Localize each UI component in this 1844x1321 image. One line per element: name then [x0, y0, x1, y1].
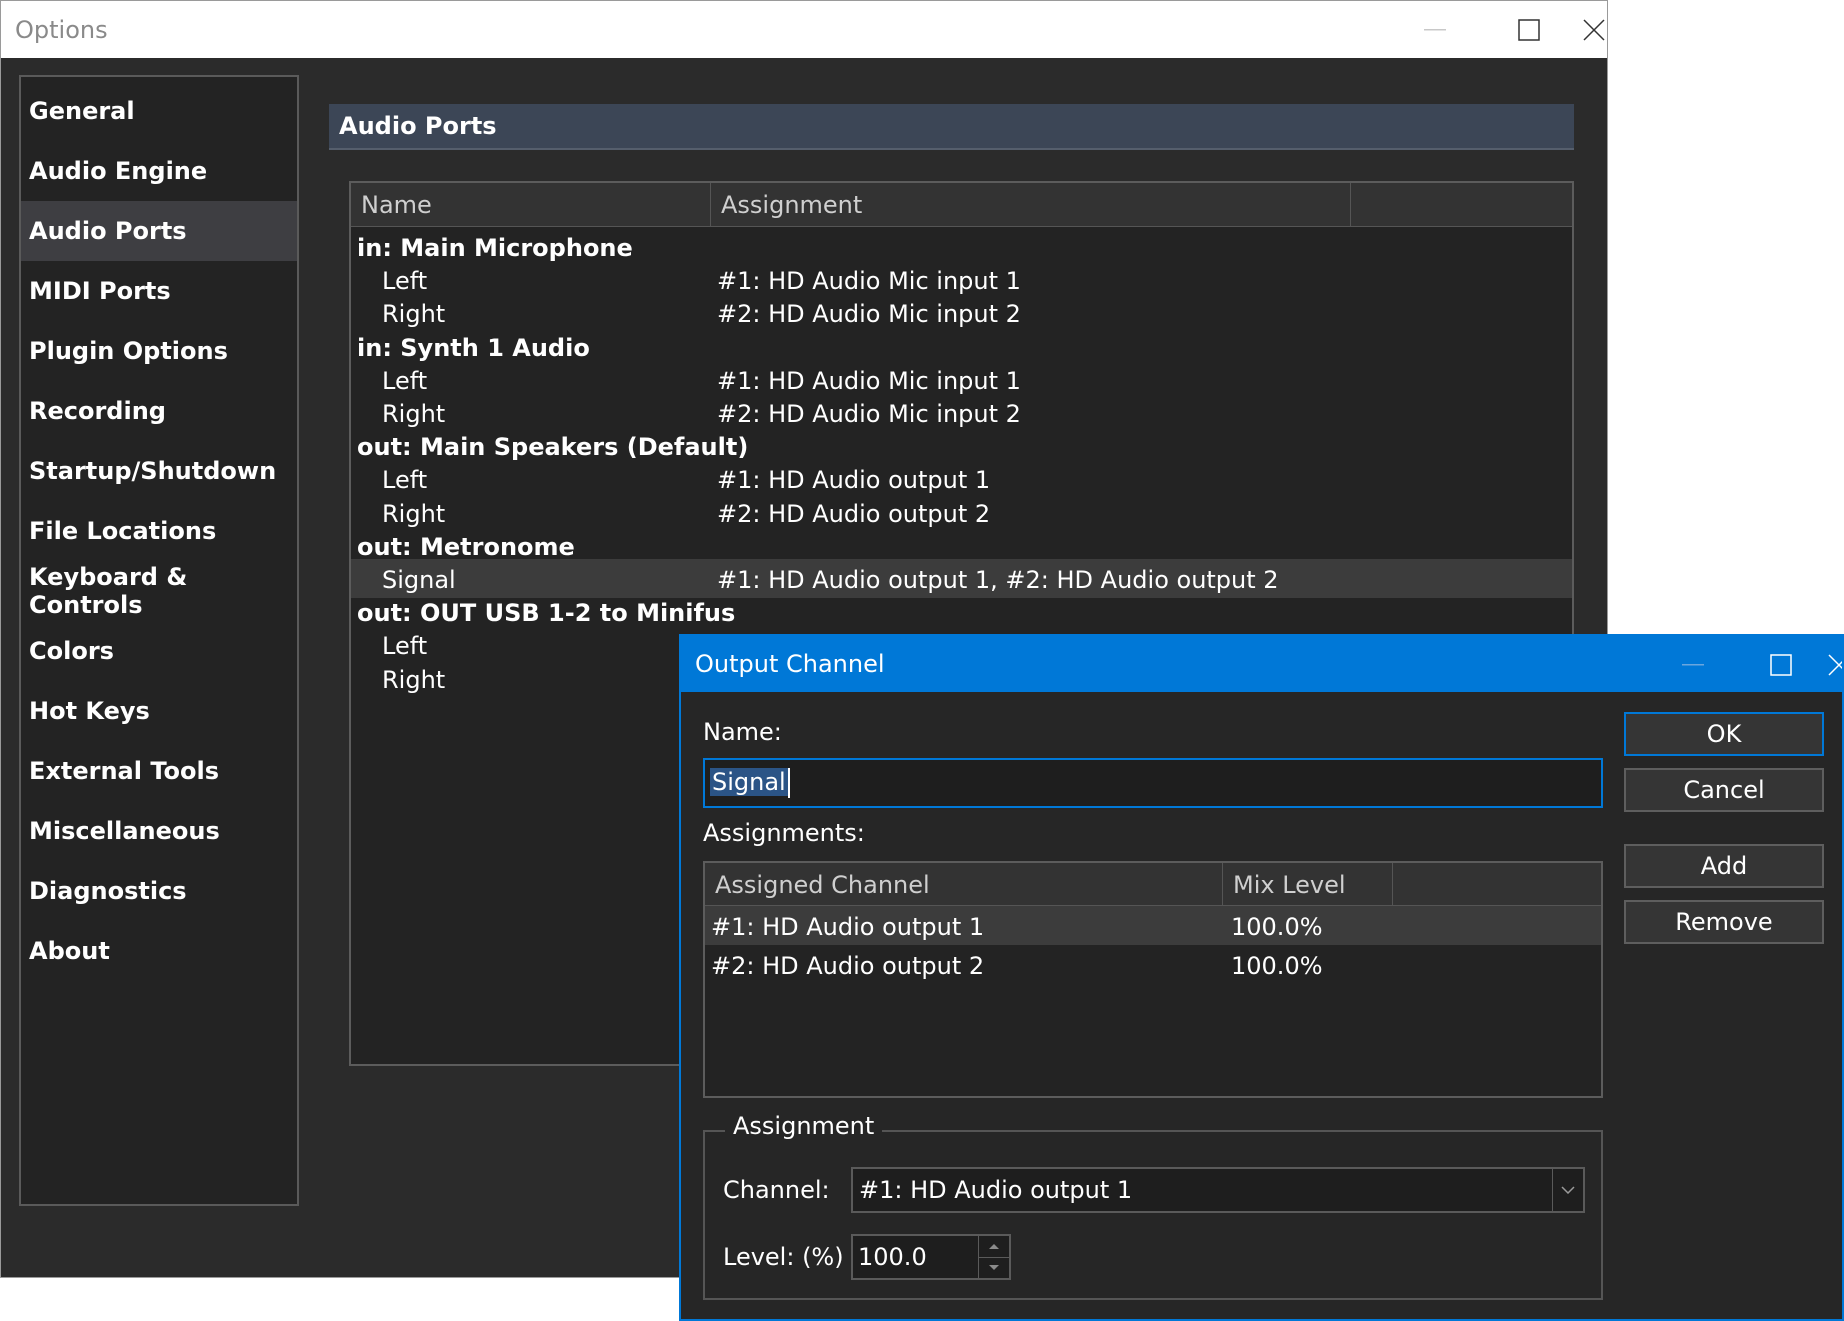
name-input-value: Signal	[710, 768, 788, 796]
port-name-cell: Left	[382, 366, 428, 395]
minimize-icon	[1424, 28, 1446, 30]
port-name-cell: Right	[382, 665, 446, 694]
assignment-channel-cell: #2: HD Audio output 2	[711, 952, 985, 980]
dialog-title-bar[interactable]: Output Channel	[681, 636, 1842, 692]
port-assignment-cell: #1: HD Audio output 1	[717, 466, 991, 495]
channel-label: Channel:	[723, 1176, 830, 1204]
port-name-cell: Right	[382, 300, 446, 329]
port-assignment-cell: #1: HD Audio Mic input 1	[717, 366, 1021, 395]
assignments-table-header: Assigned Channel Mix Level	[705, 863, 1601, 906]
maximize-button[interactable]	[1484, 1, 1574, 58]
spin-up-icon[interactable]	[979, 1236, 1009, 1258]
level-spinbox[interactable]: 100.0	[851, 1234, 1011, 1280]
column-header-name[interactable]: Name	[351, 183, 711, 227]
close-button[interactable]	[1579, 1, 1609, 58]
assignments-table[interactable]: Assigned Channel Mix Level #1: HD Audio …	[703, 861, 1603, 1098]
options-sidebar: General Audio Engine Audio Ports MIDI Po…	[19, 75, 299, 1206]
assignment-channel-cell: #1: HD Audio output 1	[711, 913, 985, 941]
sidebar-item-external-tools[interactable]: External Tools	[21, 741, 297, 801]
add-button[interactable]: Add	[1624, 844, 1824, 888]
dialog-minimize-button[interactable]	[1648, 636, 1738, 693]
port-name-cell: Left	[382, 267, 428, 296]
name-label: Name:	[703, 718, 782, 746]
dialog-close-button[interactable]	[1828, 636, 1842, 693]
sidebar-item-keyboard-controls[interactable]: Keyboard & Controls	[21, 561, 297, 621]
output-channel-dialog: Output Channel Name: Signal Assignments:…	[679, 634, 1844, 1321]
sidebar-item-audio-ports[interactable]: Audio Ports	[21, 201, 297, 261]
spin-down-icon[interactable]	[979, 1257, 1009, 1278]
cancel-button[interactable]: Cancel	[1624, 768, 1824, 812]
ok-button[interactable]: OK	[1624, 712, 1824, 756]
port-assignment-cell: #2: HD Audio Mic input 2	[717, 300, 1021, 329]
port-name-cell: out: Metronome	[357, 532, 575, 561]
assignment-level-cell: 100.0%	[1231, 952, 1323, 980]
port-name-cell: out: OUT USB 1-2 to Minifus	[357, 599, 736, 628]
sidebar-item-file-locations[interactable]: File Locations	[21, 501, 297, 561]
channel-dropdown[interactable]: #1: HD Audio output 1	[851, 1167, 1585, 1213]
options-title-bar[interactable]: Options	[1, 1, 1607, 58]
maximize-icon	[1770, 653, 1792, 676]
port-name-cell: in: Synth 1 Audio	[357, 333, 590, 362]
port-assignment-cell: #2: HD Audio Mic input 2	[717, 400, 1021, 428]
sidebar-item-startup-shutdown[interactable]: Startup/Shutdown	[21, 441, 297, 501]
text-caret	[788, 768, 790, 798]
assignment-group-title: Assignment	[725, 1112, 883, 1140]
level-spinbox-value: 100.0	[858, 1243, 927, 1271]
sidebar-item-audio-engine[interactable]: Audio Engine	[21, 141, 297, 201]
port-name-cell: Right	[382, 499, 446, 528]
chevron-down-icon[interactable]	[1552, 1169, 1583, 1211]
port-assignment-cell: #2: HD Audio output 2	[717, 499, 991, 528]
sidebar-item-about[interactable]: About	[21, 921, 297, 981]
level-label: Level: (%)	[723, 1243, 844, 1271]
sidebar-item-midi-ports[interactable]: MIDI Ports	[21, 261, 297, 321]
column-header-assignment[interactable]: Assignment	[711, 183, 1351, 227]
port-name-cell: Signal	[382, 566, 456, 594]
sidebar-item-colors[interactable]: Colors	[21, 621, 297, 681]
name-input[interactable]: Signal	[703, 758, 1603, 808]
assignment-level-cell: 100.0%	[1231, 913, 1323, 941]
sidebar-item-recording[interactable]: Recording	[21, 381, 297, 441]
assignments-label: Assignments:	[703, 819, 865, 847]
close-icon	[1828, 653, 1842, 676]
dialog-title: Output Channel	[695, 650, 885, 678]
channel-dropdown-value: #1: HD Audio output 1	[859, 1176, 1133, 1204]
maximize-icon	[1518, 18, 1540, 41]
close-icon	[1583, 18, 1605, 41]
port-name-cell: out: Main Speakers (Default)	[357, 433, 749, 462]
sidebar-item-hot-keys[interactable]: Hot Keys	[21, 681, 297, 741]
port-assignment-cell: #1: HD Audio output 1, #2: HD Audio outp…	[717, 566, 1279, 594]
assignment-groupbox: Assignment Channel: #1: HD Audio output …	[703, 1112, 1603, 1300]
sidebar-item-general[interactable]: General	[21, 81, 297, 141]
port-name-cell: Left	[382, 466, 428, 495]
port-name-cell: Right	[382, 400, 446, 428]
section-title: Audio Ports	[329, 104, 1574, 150]
sidebar-item-diagnostics[interactable]: Diagnostics	[21, 861, 297, 921]
sidebar-item-miscellaneous[interactable]: Miscellaneous	[21, 801, 297, 861]
assignment-row[interactable]: #1: HD Audio output 1 100.0%	[705, 906, 1601, 945]
remove-button[interactable]: Remove	[1624, 900, 1824, 944]
sidebar-item-plugin-options[interactable]: Plugin Options	[21, 321, 297, 381]
port-name-cell: in: Main Microphone	[357, 234, 633, 262]
assignment-row[interactable]: #2: HD Audio output 2 100.0%	[705, 945, 1601, 984]
dialog-maximize-button[interactable]	[1736, 636, 1826, 693]
minimize-button[interactable]	[1390, 1, 1480, 58]
ports-table-header: Name Assignment	[351, 183, 1572, 227]
spin-buttons	[978, 1236, 1009, 1278]
minimize-icon	[1682, 663, 1704, 665]
port-assignment-cell: #1: HD Audio Mic input 1	[717, 267, 1021, 296]
port-name-cell: Left	[382, 632, 428, 661]
column-header-mix-level[interactable]: Mix Level	[1223, 863, 1393, 906]
options-window-title: Options	[15, 16, 108, 44]
column-header-assigned-channel[interactable]: Assigned Channel	[705, 863, 1223, 906]
